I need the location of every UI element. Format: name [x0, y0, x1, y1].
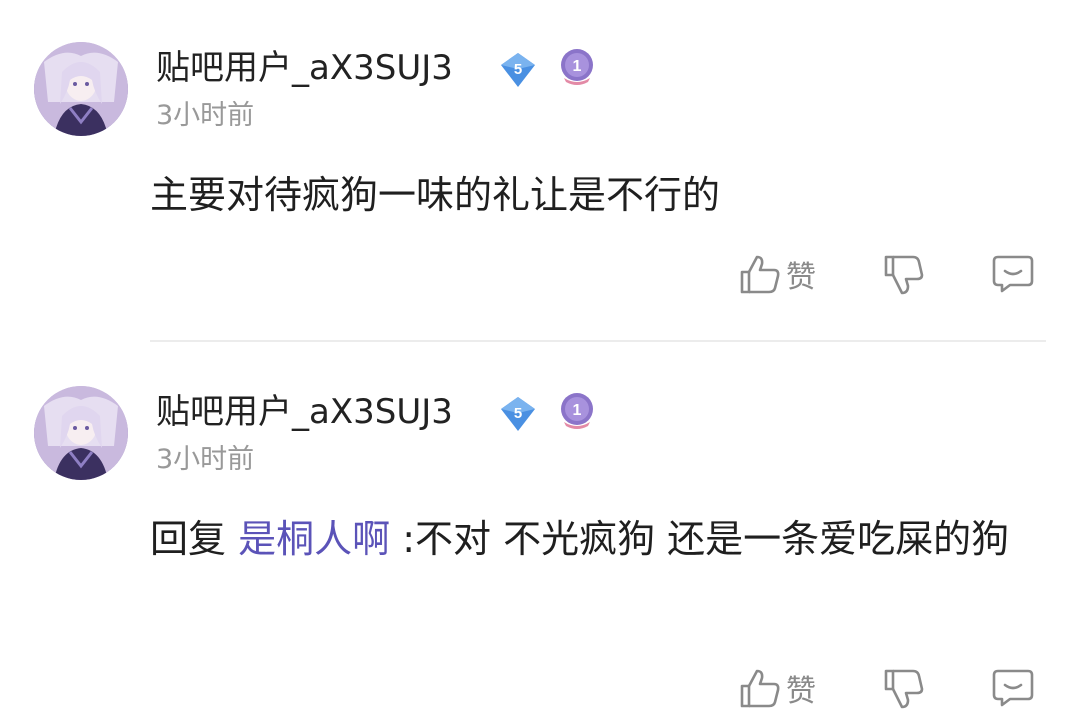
timestamp: 3小时前 [156, 444, 255, 475]
reply-button[interactable] [990, 246, 1036, 302]
comment-content[interactable]: 回复 是桐人啊 :不对 不光疯狗 还是一条爱吃屎的狗 [150, 506, 1030, 572]
svg-text:5: 5 [514, 61, 522, 78]
reply-icon [992, 255, 1034, 293]
svg-text:5: 5 [514, 405, 522, 422]
dislike-button[interactable] [880, 246, 926, 302]
reply-prefix: 回复 [150, 517, 239, 561]
level-badge-icon: 5 [501, 53, 535, 87]
medal-icon: 1 [561, 393, 593, 429]
thumbs-down-icon [884, 669, 924, 709]
avatar[interactable] [34, 42, 128, 136]
comment-actions: 赞 [0, 246, 1080, 302]
thumbs-up-icon [740, 669, 780, 708]
reply-button[interactable] [990, 660, 1036, 715]
like-button[interactable]: 赞 [738, 246, 816, 302]
thumbs-down-icon [884, 255, 924, 295]
dislike-button[interactable] [880, 660, 926, 715]
thumbs-up-icon [740, 255, 780, 294]
level-badge-icon: 5 [501, 397, 535, 431]
comment-divider [150, 340, 1046, 342]
like-label: 赞 [786, 260, 816, 295]
svg-text:1: 1 [573, 402, 582, 419]
username[interactable]: 贴吧用户_aX3SUJ3 [156, 392, 453, 432]
like-button[interactable]: 赞 [738, 660, 816, 715]
comment-content[interactable]: 主要对待疯狗一味的礼让是不行的 [150, 162, 1030, 228]
username[interactable]: 贴吧用户_aX3SUJ3 [156, 48, 453, 88]
reply-text: :不对 不光疯狗 还是一条爱吃屎的狗 [390, 517, 1010, 561]
like-label: 赞 [786, 674, 816, 709]
comment-thread: 贴吧用户_aX3SUJ3 5 1 3小时前 主要对待疯狗一味的礼让是不行的 赞 [0, 0, 1080, 715]
timestamp: 3小时前 [156, 100, 255, 131]
reply-icon [992, 669, 1034, 707]
avatar[interactable] [34, 386, 128, 480]
medal-icon: 1 [561, 49, 593, 85]
comment-actions: 赞 [0, 660, 1080, 715]
svg-text:1: 1 [573, 58, 582, 75]
reply-target-link[interactable]: 是桐人啊 [238, 517, 390, 561]
